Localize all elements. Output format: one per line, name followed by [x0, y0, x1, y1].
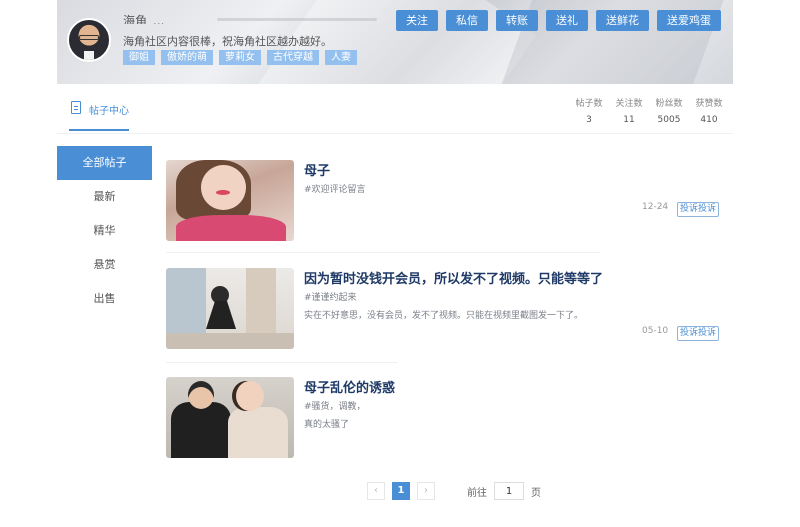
post-excerpt: 实在不好意思，没有会员，发不了视频。只能在视频里截图发一下了。	[304, 311, 584, 321]
post-tag[interactable]: #欢迎评论留言	[304, 182, 366, 195]
post-excerpt: 真的太骚了	[304, 420, 350, 430]
post-thumbnail[interactable]	[166, 377, 294, 458]
profile-tag[interactable]: 古代穿越	[267, 50, 319, 65]
document-icon	[71, 101, 81, 114]
post-thumbnail[interactable]	[166, 268, 294, 349]
post-title[interactable]: 因为暂时没钱开会员，所以发不了视频。只能等等了	[304, 268, 603, 287]
prev-page-button[interactable]: ‹	[367, 482, 385, 500]
profile-actions: 关注 私信 转账 送礼 送鲜花 送爱鸡蛋	[396, 10, 721, 31]
post-filter-nav: 全部帖子 最新 精华 悬赏 出售	[57, 146, 152, 316]
next-page-button[interactable]: ›	[417, 482, 435, 500]
stat-likes: 获赞数 410	[695, 96, 723, 125]
post-title[interactable]: 母子	[304, 160, 330, 179]
post-date: 05-10	[642, 326, 669, 336]
avatar-glasses	[79, 35, 99, 40]
divider	[166, 362, 398, 363]
stat-label: 帖子数	[575, 99, 603, 109]
pagination: ‹ 1 › 前往 页	[367, 482, 541, 500]
username: 海角_...	[123, 14, 165, 24]
page-number-current[interactable]: 1	[392, 482, 410, 500]
thumbnail-shape	[201, 165, 246, 210]
thumbnail-shape	[188, 381, 214, 409]
tab-post-center-label: 帖子中心	[89, 106, 129, 117]
post-tag[interactable]: #骚货，调教，	[304, 399, 366, 412]
thumbnail-shape	[236, 381, 264, 411]
profile-tag[interactable]: 萝莉女	[219, 50, 261, 65]
stat-value: 3	[586, 115, 592, 125]
post-title[interactable]: 母子乱伦的诱惑	[304, 377, 395, 396]
report-button[interactable]: 投诉投诉	[677, 202, 719, 217]
post-tag[interactable]: #谨谨约起来	[304, 290, 357, 303]
username-redaction	[217, 18, 377, 21]
profile-tag[interactable]: 傲娇的萌	[161, 50, 213, 65]
nav-item-latest[interactable]: 最新	[57, 180, 152, 214]
stat-value: 11	[623, 115, 635, 125]
thumbnail-shape	[176, 215, 286, 241]
goto-label: 前往	[467, 487, 487, 499]
list-item[interactable]: 母子乱伦的诱惑 #骚货，调教， 真的太骚了	[166, 377, 726, 459]
stat-label: 关注数	[615, 99, 643, 109]
message-button[interactable]: 私信	[446, 10, 488, 31]
nav-item-all-posts[interactable]: 全部帖子	[57, 146, 152, 180]
thumbnail-shape	[171, 402, 231, 458]
stat-posts: 帖子数 3	[575, 96, 603, 125]
gift-button[interactable]: 送礼	[546, 10, 588, 31]
goto-page-input[interactable]	[494, 482, 524, 500]
avatar[interactable]	[67, 18, 111, 62]
avatar-shirt	[84, 51, 94, 60]
profile-stats: 帖子数 3 关注数 11 粉丝数 5005 获赞数 410	[575, 96, 723, 125]
thumbnail-shape	[228, 407, 288, 458]
stat-value: 410	[700, 115, 718, 125]
thumbnail-shape	[216, 190, 230, 195]
profile-tag[interactable]: 人妻	[325, 50, 357, 65]
stat-following: 关注数 11	[615, 96, 643, 125]
stat-value: 5005	[657, 115, 681, 125]
post-date: 12-24	[642, 202, 669, 212]
page-suffix-label: 页	[531, 487, 541, 499]
nav-item-featured[interactable]: 精华	[57, 214, 152, 248]
profile-tags: 御姐 傲娇的萌 萝莉女 古代穿越 人妻	[123, 50, 357, 65]
transfer-button[interactable]: 转账	[496, 10, 538, 31]
report-button[interactable]: 投诉投诉	[677, 326, 719, 341]
nav-item-for-sale[interactable]: 出售	[57, 282, 152, 316]
profile-intro: 海角社区内容很棒，祝海角社区越办越好。	[123, 35, 332, 48]
subheader: 帖子中心 帖子数 3 关注数 11 粉丝数 5005 获赞数 410	[57, 84, 733, 134]
post-thumbnail[interactable]	[166, 160, 294, 241]
follow-button[interactable]: 关注	[396, 10, 438, 31]
list-item[interactable]: 因为暂时没钱开会员，所以发不了视频。只能等等了 #谨谨约起来 实在不好意思，没有…	[166, 268, 726, 350]
tab-post-center[interactable]: 帖子中心	[69, 99, 129, 131]
thumbnail-shape	[206, 301, 236, 329]
stat-label: 获赞数	[695, 99, 723, 109]
profile-tag[interactable]: 御姐	[123, 50, 155, 65]
stat-fans: 粉丝数 5005	[655, 96, 683, 125]
send-flowers-button[interactable]: 送鲜花	[596, 10, 649, 31]
list-item[interactable]: 母子 #欢迎评论留言 12-24 投诉投诉	[166, 160, 726, 242]
send-eggs-button[interactable]: 送爱鸡蛋	[657, 10, 721, 31]
nav-item-bounty[interactable]: 悬赏	[57, 248, 152, 282]
thumbnail-shape	[166, 333, 294, 349]
stat-label: 粉丝数	[655, 99, 683, 109]
divider	[166, 252, 600, 253]
profile-banner: 海角_... 海角社区内容很棒，祝海角社区越办越好。 御姐 傲娇的萌 萝莉女 古…	[57, 0, 733, 84]
